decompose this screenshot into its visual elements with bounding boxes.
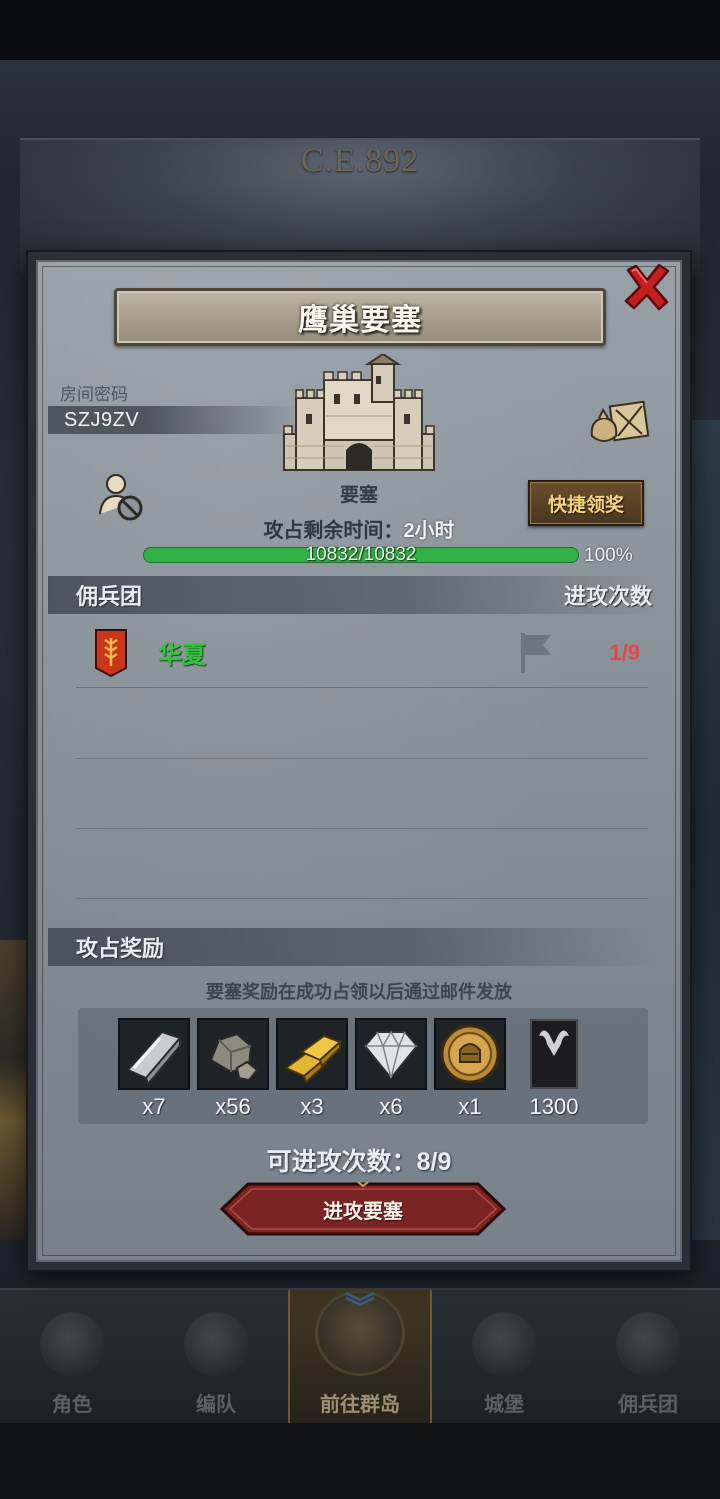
dialog-title: 鹰巢要塞 [298,304,422,337]
reward-item[interactable]: x6 [355,1018,427,1120]
reward-qty: 1300 [529,1094,579,1119]
reward-qty: x1 [458,1094,482,1119]
guild-attack-count: 1/9 [609,639,640,665]
title-banner: 鹰巢要塞 [114,288,606,346]
empty-row-divider [76,828,648,829]
reward-item[interactable]: x3 [276,1018,348,1120]
room-code-bar: SZJ9ZV [48,406,298,434]
nav-label: 编队 [196,1394,236,1416]
reward-section-header: 攻占奖励 [48,928,658,966]
nav-item-go-to-islands[interactable]: ︾ 前往群岛 [288,1290,432,1425]
attack-count: 可进攻次数：8/9 [38,1142,680,1178]
quick-claim-label: 快捷领奖 [547,494,624,516]
attack-count-value: 8/9 [416,1148,452,1176]
fortress-icon [283,352,435,471]
empty-row-divider [76,758,648,759]
progress-text: 10832/10832 [305,544,417,565]
stone-ore-icon [197,1018,269,1090]
pennant-flag-icon [519,631,553,675]
reward-item[interactable]: 1300 [518,1018,590,1120]
nav-item-castle[interactable]: 城堡 [432,1290,576,1425]
attacks-column-header: 进攻次数 [563,584,652,609]
gold-bars-icon [276,1018,348,1090]
fortress-dialog: 鹰巢要塞 房间密码 SZJ9ZV 要塞 快捷领奖 攻占剩余时间：2小时 1083… [28,252,690,1270]
reward-qty: x6 [379,1094,403,1119]
guild-section-header: 佣兵团 进攻次数 [48,576,658,614]
reward-chest-icon[interactable] [588,396,650,446]
castle-icon [472,1312,536,1376]
nav-label: 佣兵团 [618,1394,678,1416]
knight-helmet-icon [40,1312,104,1376]
reward-item[interactable]: x56 [197,1018,269,1120]
diamond-icon [355,1018,427,1090]
remaining-time-value: 2小时 [403,520,455,542]
year-text: C.E.892 [300,142,420,179]
remaining-time-prefix: 攻占剩余时间： [263,520,404,542]
reward-item[interactable]: x1 [434,1018,506,1120]
chevron-down-icon: ︾ [345,1292,375,1325]
close-button[interactable] [618,258,676,316]
reward-qty: x3 [300,1094,324,1119]
nav-label: 前往群岛 [320,1394,400,1416]
status-strip [0,0,720,60]
guild-banner-icon [616,1312,680,1376]
remaining-time: 攻占剩余时间：2小时 [38,514,680,543]
dialog-panel: 鹰巢要塞 房间密码 SZJ9ZV 要塞 快捷领奖 攻占剩余时间：2小时 1083… [36,260,682,1262]
room-code-label: 房间密码 [60,385,128,404]
nav-item-formation[interactable]: 编队 [144,1290,288,1425]
nav-item-guild[interactable]: 佣兵团 [576,1290,720,1425]
bottom-nav: 角色 编队 ︾ 前往群岛 城堡 佣兵团 [0,1288,720,1425]
empty-row-divider [76,898,648,899]
close-icon [624,263,670,311]
reward-qty: x7 [142,1094,166,1119]
iron-ingot-icon [118,1018,190,1090]
guild-row[interactable]: 华夏 1/9 [76,618,648,688]
attack-fortress-button[interactable]: 进攻要塞 [218,1180,508,1238]
reward-qty: x56 [215,1094,251,1119]
formation-icon [184,1312,248,1376]
guild-crest-icon [94,628,128,678]
attack-count-prefix: 可进攻次数： [266,1148,417,1176]
reward-item[interactable]: x7 [118,1018,190,1120]
nav-label: 城堡 [484,1394,524,1416]
horned-banner-icon [518,1018,590,1090]
nav-label: 角色 [52,1394,92,1416]
nav-item-character[interactable]: 角色 [0,1290,144,1425]
bottom-bar [0,1423,720,1499]
reward-section-title: 攻占奖励 [76,936,165,961]
reward-panel: x7 x56 x3 x6 x1 1300 [78,1008,648,1124]
guild-section-title: 佣兵团 [76,584,143,609]
room-code-value: SZJ9ZV [64,408,140,431]
reward-note: 要塞奖励在成功占领以后通过邮件发放 [206,982,512,1002]
progress-percent: 100% [584,545,633,566]
fortress-image [274,352,444,480]
attack-fortress-label: 进攻要塞 [323,1200,403,1223]
guild-name: 华夏 [158,642,206,669]
knight-medal-icon [434,1018,506,1090]
